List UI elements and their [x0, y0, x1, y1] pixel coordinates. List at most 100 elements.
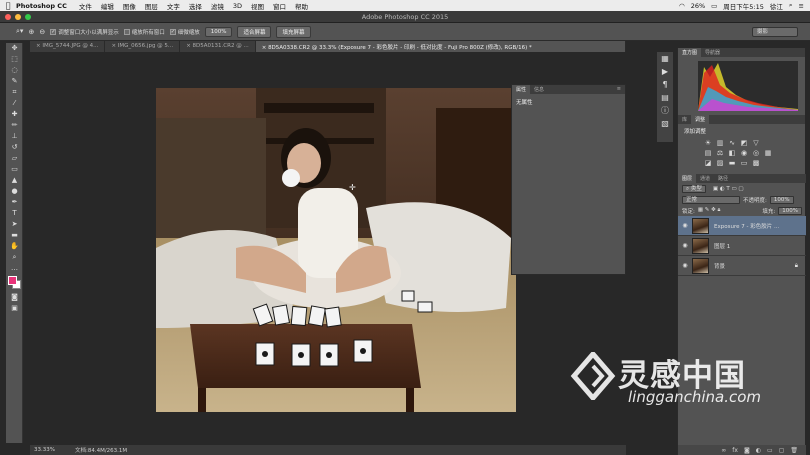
menu-image[interactable]: 图像 — [123, 1, 136, 11]
marquee-tool-icon[interactable]: ⬚ — [6, 54, 23, 65]
channel-mixer-icon[interactable]: ◎ — [752, 149, 760, 157]
quick-mask-icon[interactable]: ◙ — [6, 292, 23, 303]
zoom-tool-icon[interactable]: ⌕▾ — [16, 27, 23, 36]
menu-filter[interactable]: 滤镜 — [211, 1, 224, 11]
paragraph-icon[interactable]: ¶ — [657, 78, 673, 91]
menu-select[interactable]: 选择 — [189, 1, 202, 11]
mask-icon[interactable]: ◙ — [744, 447, 750, 454]
folder-icon[interactable]: ▭ — [767, 447, 773, 454]
link-icon[interactable]: ∞ — [721, 447, 726, 454]
eye-icon[interactable]: ◉ — [678, 242, 692, 249]
search-icon[interactable]: ⌕ — [789, 1, 793, 10]
tab-paths[interactable]: 路径 — [714, 174, 732, 183]
brush-preset-icon[interactable]: ▧ — [657, 117, 673, 130]
resize-windows-checkbox[interactable]: ✓ 调整窗口大小以满屏显示 — [50, 28, 119, 36]
menu-list-icon[interactable]: ≡ — [799, 2, 804, 10]
eyedropper-tool-icon[interactable]: ⁄ — [6, 98, 23, 109]
apple-icon[interactable]:  — [0, 1, 16, 10]
posterize-icon[interactable]: ▨ — [716, 159, 724, 167]
clock[interactable]: 周日下午5:15 — [723, 1, 764, 11]
actions-icon[interactable]: ▶ — [657, 65, 673, 78]
blur-tool-icon[interactable]: ▲ — [6, 175, 23, 186]
tab-adjustments[interactable]: 调整 — [691, 115, 710, 124]
foreground-color-swatch[interactable] — [8, 276, 17, 285]
layer-row-exposure[interactable]: ◉ Exposure 7 - 彩色胶片 ... — [678, 216, 806, 236]
brightness-icon[interactable]: ☀ — [704, 139, 712, 147]
battery-icon[interactable]: ▭ — [711, 2, 717, 10]
trash-icon[interactable]: 🗑︎ — [790, 447, 798, 454]
fill-screen-button[interactable]: 填充屏幕 — [276, 25, 311, 38]
doc-tab[interactable]: × IMG_5744.JPG @ 4... — [30, 41, 106, 52]
eye-icon[interactable]: ◉ — [678, 222, 692, 229]
doc-tab-active[interactable]: × 8D5A0338.CR2 @ 33.3% (Exposure 7 - 彩色胶… — [255, 41, 626, 52]
document-photo[interactable] — [156, 88, 516, 412]
doc-tab[interactable]: × IMG_0656.jpg @ 5... — [105, 41, 181, 52]
exposure-icon[interactable]: ◩ — [740, 139, 748, 147]
wifi-icon[interactable]: ◠ — [679, 2, 685, 10]
color-balance-icon[interactable]: ⚖ — [716, 149, 724, 157]
zoom-out-icon[interactable]: ⊖ — [39, 28, 45, 36]
tab-histogram[interactable]: 直方图 — [678, 48, 702, 57]
adjustment-icon[interactable]: ◐ — [756, 447, 761, 454]
tab-navigator[interactable]: 导航器 — [701, 48, 724, 57]
doc-tab[interactable]: × 8D5A0131.CR2 @ ... — [180, 41, 256, 52]
battery-percent[interactable]: 26% — [691, 2, 705, 10]
more-tools-icon[interactable]: … — [6, 263, 23, 274]
menu-file[interactable]: 文件 — [79, 1, 92, 11]
zoom-100-button[interactable]: 100% — [204, 26, 233, 37]
pen-tool-icon[interactable]: ✒ — [6, 197, 23, 208]
fit-screen-button[interactable]: 适合屏幕 — [237, 25, 272, 38]
curves-icon[interactable]: ∿ — [728, 139, 736, 147]
levels-icon[interactable]: ▥ — [716, 139, 724, 147]
path-select-tool-icon[interactable]: ➤ — [6, 219, 23, 230]
info-icon[interactable]: ⓘ — [657, 104, 673, 117]
zoom-in-icon[interactable]: ⊕ — [28, 28, 34, 36]
healing-tool-icon[interactable]: ✚ — [6, 109, 23, 120]
panel-menu-icon[interactable]: ≡ — [613, 85, 625, 94]
color-lookup-icon[interactable]: ▦ — [764, 149, 772, 157]
layer-kind-filter[interactable]: ⌕ 类型 — [682, 184, 706, 193]
dodge-tool-icon[interactable]: ● — [6, 186, 23, 197]
tab-info[interactable]: 信息 — [530, 85, 548, 94]
menu-edit[interactable]: 编辑 — [101, 1, 114, 11]
menu-window[interactable]: 窗口 — [273, 1, 286, 11]
menu-help[interactable]: 帮助 — [295, 1, 308, 11]
opacity-input[interactable]: 100% — [769, 195, 794, 204]
type-tool-icon[interactable]: T — [6, 208, 23, 219]
history-brush-tool-icon[interactable]: ↺ — [6, 142, 23, 153]
hue-icon[interactable]: ▤ — [704, 149, 712, 157]
scrubby-zoom-checkbox[interactable]: ✓ 细微缩放 — [169, 28, 200, 36]
hand-tool-icon[interactable]: ✋ — [6, 241, 23, 252]
layer-name[interactable]: Exposure 7 - 彩色胶片 ... — [714, 222, 779, 230]
quick-select-tool-icon[interactable]: ✎ — [6, 76, 23, 87]
fx-icon[interactable]: fx — [732, 447, 738, 454]
stamp-tool-icon[interactable]: ⊥ — [6, 131, 23, 142]
threshold-icon[interactable]: ▬ — [728, 159, 736, 167]
black-white-icon[interactable]: ◧ — [728, 149, 736, 157]
tab-layers[interactable]: 图层 — [678, 174, 697, 183]
zoom-level[interactable]: 33.33% — [34, 447, 55, 453]
menu-view[interactable]: 视图 — [251, 1, 264, 11]
blend-mode-select[interactable]: 正常 — [682, 195, 740, 204]
menu-3d[interactable]: 3D — [233, 2, 242, 10]
shape-tool-icon[interactable]: ▬ — [6, 230, 23, 241]
eraser-tool-icon[interactable]: ▱ — [6, 153, 23, 164]
history-icon[interactable]: ▦ — [657, 52, 673, 65]
photo-filter-icon[interactable]: ◉ — [740, 149, 748, 157]
brush-tool-icon[interactable]: ✏ — [6, 120, 23, 131]
lock-icon[interactable]: 🔒︎ — [795, 262, 798, 270]
vibrance-icon[interactable]: ▽ — [752, 139, 760, 147]
properties-icon[interactable]: ▤ — [657, 91, 673, 104]
screen-mode-icon[interactable]: ▣ — [6, 303, 23, 314]
crop-tool-icon[interactable]: ⌗ — [6, 87, 23, 98]
tab-channels[interactable]: 通道 — [696, 174, 714, 183]
selective-color-icon[interactable]: ▩ — [752, 159, 760, 167]
layer-row-background[interactable]: ◉ 背景 🔒︎ — [678, 256, 806, 276]
layer-name[interactable]: 图层 1 — [714, 242, 730, 250]
layer-name[interactable]: 背景 — [714, 262, 725, 270]
zoom-all-windows-checkbox[interactable]: 缩放所有窗口 — [123, 28, 165, 36]
menu-layer[interactable]: 图层 — [145, 1, 158, 11]
eye-icon[interactable]: ◉ — [678, 262, 692, 269]
tab-properties[interactable]: 属性 — [512, 85, 531, 94]
layer-row-layer1[interactable]: ◉ 图层 1 — [678, 236, 806, 256]
